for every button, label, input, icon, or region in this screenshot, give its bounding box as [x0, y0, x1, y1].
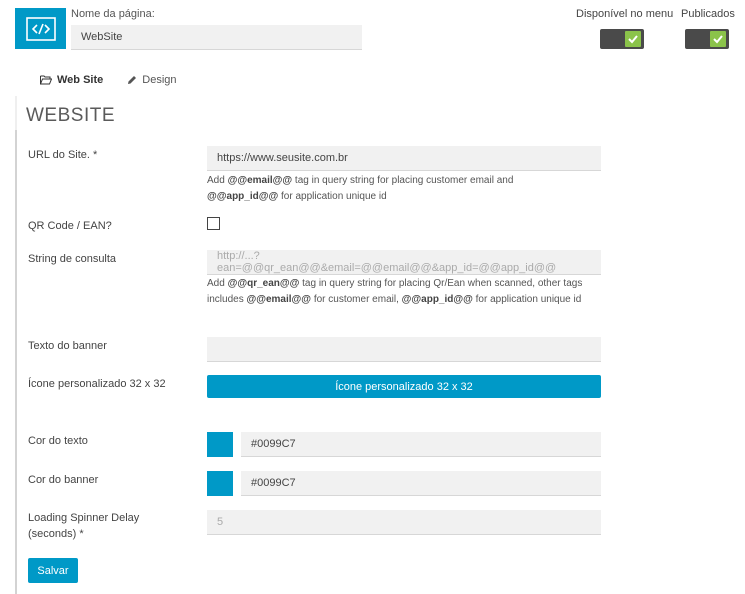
query-string-label: String de consulta [28, 253, 117, 265]
panel-title: WEBSITE [26, 105, 116, 126]
qr-label: QR Code / EAN? [28, 220, 112, 232]
text-color-label: Cor do texto [28, 435, 88, 447]
tab-design-label: Design [142, 73, 177, 86]
check-icon [625, 31, 641, 47]
qr-checkbox[interactable] [207, 217, 220, 230]
url-input[interactable]: https://www.seusite.com.br [207, 146, 601, 171]
banner-text-label: Texto do banner [28, 340, 107, 352]
panel-header: WEBSITE [17, 96, 745, 130]
banner-color-swatch[interactable] [207, 471, 233, 496]
query-string-input[interactable]: http://...?ean=@@qr_ean@@&email=@@email@… [207, 250, 601, 275]
page-name-label: Nome da página: [71, 8, 155, 20]
tab-website-label: Web Site [57, 73, 104, 86]
url-label: URL do Site. * [28, 149, 98, 161]
banner-color-input[interactable]: #0099C7 [241, 471, 601, 496]
banner-text-input[interactable] [207, 337, 601, 362]
app-icon [15, 8, 66, 49]
menu-available-label: Disponível no menu [576, 8, 674, 20]
url-help: Add @@email@@ tag in query string for pl… [207, 175, 514, 202]
check-icon [710, 31, 726, 47]
published-toggle[interactable] [685, 29, 729, 49]
page-name-input[interactable] [71, 25, 362, 50]
tab-bar: Web Site Design [28, 63, 189, 96]
banner-color-label: Cor do banner [28, 474, 99, 486]
code-icon [25, 16, 56, 41]
tab-design[interactable]: Design [115, 63, 188, 96]
custom-icon-button[interactable]: Ícone personalizado 32 x 32 [207, 375, 601, 398]
tab-website[interactable]: Web Site [28, 63, 116, 96]
menu-available-toggle[interactable] [600, 29, 644, 49]
query-string-help: Add @@qr_ean@@ tag in query string for p… [207, 278, 583, 305]
save-button[interactable]: Salvar [28, 558, 78, 583]
spinner-delay-input[interactable]: 5 [207, 510, 601, 535]
published-label: Publicados [681, 8, 735, 20]
text-color-input[interactable]: #0099C7 [241, 432, 601, 457]
folder-open-icon [40, 75, 52, 84]
spinner-delay-label: Loading Spinner Delay (seconds) * [28, 512, 140, 540]
pencil-icon [128, 75, 137, 84]
text-color-swatch[interactable] [207, 432, 233, 457]
custom-icon-label: Ícone personalizado 32 x 32 [28, 378, 166, 390]
